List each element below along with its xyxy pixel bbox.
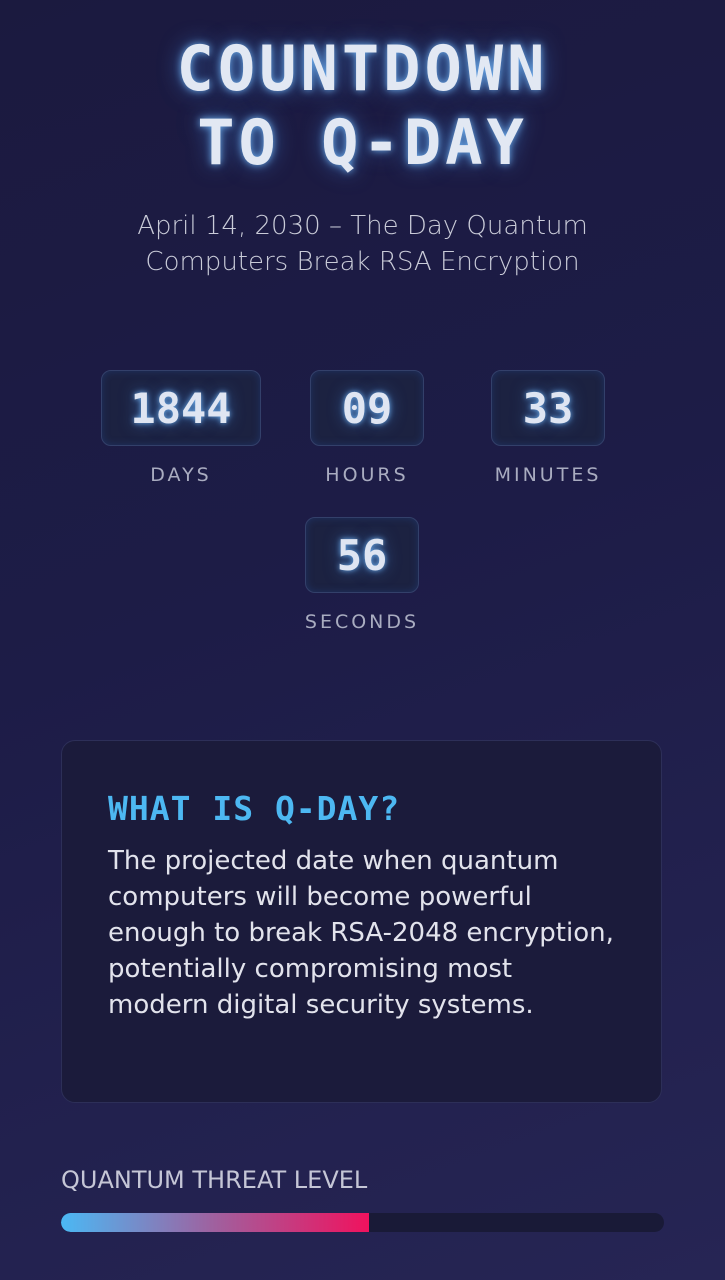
seconds-label: SECONDS <box>304 611 420 633</box>
hours-label: HOURS <box>325 464 409 486</box>
info-text: The projected date when quantum computer… <box>108 846 614 1020</box>
info-title: WHAT IS Q-DAY? <box>108 789 401 828</box>
countdown-seconds: 56 SECONDS <box>292 517 432 633</box>
days-label: DAYS <box>150 464 212 486</box>
title-line-1: COUNTDOWN <box>176 32 549 105</box>
title-line-2: TO Q-DAY <box>197 106 528 179</box>
threat-level-fill <box>61 1213 369 1232</box>
days-value: 1844 <box>101 370 261 446</box>
page-title: COUNTDOWN TO Q-DAY <box>0 32 725 180</box>
seconds-value: 56 <box>305 517 419 593</box>
page-subtitle: April 14, 2030 – The Day Quantum Compute… <box>137 211 588 277</box>
countdown-minutes: 33 MINUTES <box>478 370 618 486</box>
hours-value: 09 <box>310 370 424 446</box>
countdown-hours: 09 HOURS <box>310 370 424 486</box>
info-card: WHAT IS Q-DAY? The projected date when q… <box>61 740 662 1103</box>
threat-level-label: QUANTUM THREAT LEVEL <box>61 1166 368 1194</box>
minutes-value: 33 <box>491 370 605 446</box>
countdown-days: 1844 DAYS <box>101 370 261 486</box>
threat-level-bar <box>61 1213 664 1232</box>
minutes-label: MINUTES <box>494 464 602 486</box>
